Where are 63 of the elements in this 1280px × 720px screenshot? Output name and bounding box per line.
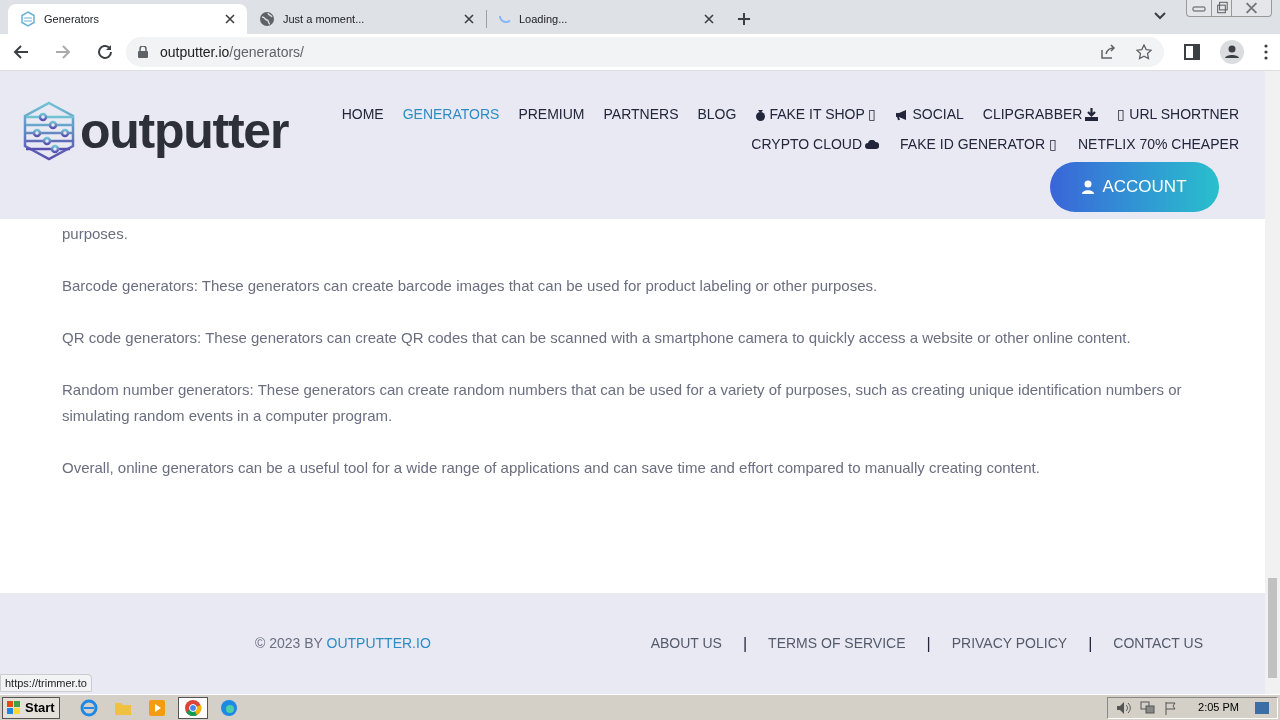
nav-link[interactable]: HOME — [341, 104, 384, 125]
logo-icon[interactable] — [22, 101, 76, 161]
flag-icon[interactable] — [1164, 700, 1179, 715]
profile-icon[interactable] — [1220, 40, 1244, 64]
separator-text: | — [1088, 633, 1093, 654]
scrollbar[interactable] — [1265, 71, 1280, 694]
volume-icon[interactable] — [1116, 700, 1133, 715]
separator-text: | — [926, 633, 931, 654]
side-panel-icon[interactable] — [1184, 44, 1200, 60]
nav-link[interactable]: CLIPGRABBER — [982, 104, 1099, 125]
copyright-text: © 2023 BY OUTPUTTER.IO — [255, 634, 431, 653]
back-icon[interactable] — [12, 43, 30, 61]
network-icon[interactable] — [1140, 700, 1157, 715]
loading-spinner-icon — [499, 14, 511, 24]
nav-link[interactable]: BLOG — [697, 104, 737, 125]
cloud-icon — [865, 140, 880, 149]
reload-icon[interactable] — [96, 43, 114, 61]
footer-link[interactable]: TERMS OF SERVICE — [768, 633, 906, 654]
show-desktop-icon[interactable] — [1255, 701, 1269, 714]
paragraph: QR code generators: These generators can create QR codes that can be scanned with a smartphone camera to quickly access a website or other online content. — [62, 328, 1132, 348]
nav-link[interactable]: CRYPTO CLOUD — [751, 134, 880, 155]
footer-link[interactable]: ABOUT US — [650, 633, 722, 654]
nav-link[interactable]: ▯ URL SHORTNER — [1117, 104, 1239, 125]
hexagon-icon — [20, 11, 36, 27]
new-tab-icon[interactable] — [738, 13, 750, 25]
close-tab-icon[interactable] — [704, 14, 714, 24]
address-bar[interactable]: outputter.io/generators/ — [126, 37, 1164, 67]
browser-tab[interactable]: Loading... — [487, 4, 726, 34]
chrome-taskbar-button[interactable] — [177, 696, 208, 719]
money-bag-icon — [755, 108, 767, 121]
download-icon — [1085, 108, 1099, 121]
browser-tab[interactable]: Just a moment... — [247, 4, 486, 34]
paragraph: Overall, online generators can be a useful tool for a wide range of applications and can save time and effort compared to manually creating content. — [62, 458, 1041, 478]
chrome-icon — [183, 698, 202, 717]
separator-text: | — [742, 633, 748, 654]
clock-text: 2:05 PM — [1198, 700, 1239, 716]
paragraph: Barcode generators: These generators can create barcode images that can be used for product labeling or other purposes. — [62, 276, 879, 296]
paragraph: purposes. — [62, 224, 129, 244]
menu-icon[interactable] — [1264, 44, 1268, 60]
nav-link[interactable]: FAKE IT SHOP ▯ — [755, 104, 877, 125]
footer-link[interactable]: CONTACT US — [1113, 633, 1203, 654]
close-tab-icon[interactable] — [464, 14, 474, 24]
tab-list-icon[interactable] — [1154, 12, 1166, 20]
nav-link[interactable]: PREMIUM — [518, 104, 585, 125]
globe-icon — [259, 11, 275, 27]
user-icon — [1082, 180, 1095, 194]
url-text: outputter.io/generators/ — [160, 42, 304, 62]
lock-icon — [138, 46, 148, 58]
start-button[interactable]: Start — [2, 696, 60, 719]
paragraph: Random number generators: These generators can create random numbers that can be used for a variety of purposes, such as creating unique identification numbers or simulating random events in a computer program. — [62, 380, 1183, 426]
browser-tab[interactable]: Generators — [8, 4, 247, 34]
share-icon[interactable] — [1100, 44, 1116, 60]
bookmark-star-icon[interactable] — [1136, 44, 1152, 60]
close-tab-icon[interactable] — [225, 14, 235, 24]
windows-logo-icon — [7, 700, 21, 715]
footer-link[interactable]: PRIVACY POLICY — [951, 633, 1068, 654]
nav-link[interactable]: FAKE ID GENERATOR ▯ — [900, 134, 1057, 155]
scrollbar-thumb[interactable] — [1268, 578, 1277, 678]
nav-link[interactable]: SOCIAL — [895, 104, 964, 125]
nav-link[interactable]: NETFLIX 70% CHEAPER — [1077, 134, 1239, 155]
restore-icon[interactable] — [1211, 0, 1231, 16]
nav-link[interactable]: PARTNERS — [603, 104, 679, 125]
logo-text[interactable]: outputter — [80, 106, 289, 156]
